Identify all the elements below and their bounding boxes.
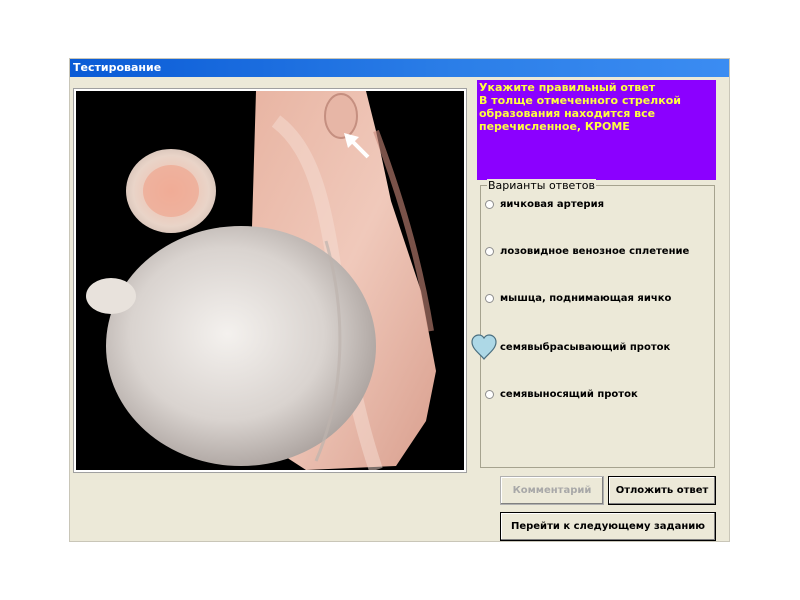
answer-option-4[interactable]: семявыбрасывающий проток xyxy=(485,342,670,353)
window-title: Тестирование xyxy=(70,59,729,77)
answer-options-legend: Варианты ответов xyxy=(487,179,596,192)
next-task-button[interactable]: Перейти к следующему заданию xyxy=(500,512,716,541)
radio-button[interactable] xyxy=(485,294,494,303)
answer-option-label: яичковая артерия xyxy=(500,199,604,210)
answer-option-1[interactable]: яичковая артерия xyxy=(485,199,604,210)
specimen-image xyxy=(76,91,464,470)
question-line-2: В толще отмеченного стрелкой xyxy=(479,94,681,107)
question-line-3: образования находится все xyxy=(479,107,656,120)
answer-option-5[interactable]: семявыносящий проток xyxy=(485,389,638,400)
answer-option-label: мышца, поднимающая яичко xyxy=(500,293,672,304)
heart-icon xyxy=(471,334,497,360)
answer-option-label: лозовидное венозное сплетение xyxy=(500,246,690,257)
radio-button[interactable] xyxy=(485,200,494,209)
answer-option-2[interactable]: лозовидное венозное сплетение xyxy=(485,246,689,257)
specimen-image-frame xyxy=(73,88,467,473)
answer-option-label: семявыбрасывающий проток xyxy=(500,342,671,353)
testing-window: Тестирование Укажите правильный ответ В … xyxy=(69,58,730,542)
radio-button[interactable] xyxy=(485,247,494,256)
question-panel: Укажите правильный ответ В толще отмечен… xyxy=(477,80,716,180)
answer-options-group: Варианты ответов яичковая артерия лозови… xyxy=(480,179,715,468)
question-line-1: Укажите правильный ответ xyxy=(479,81,656,94)
question-line-4: перечисленное, КРОМЕ xyxy=(479,120,630,133)
answer-option-3[interactable]: мышца, поднимающая яичко xyxy=(485,293,671,304)
radio-button[interactable] xyxy=(485,390,494,399)
postpone-answer-button[interactable]: Отложить ответ xyxy=(608,476,716,505)
answer-option-label: семявыносящий проток xyxy=(500,389,638,400)
specimen-illustration xyxy=(86,91,436,470)
comment-button[interactable]: Комментарий xyxy=(500,476,604,505)
